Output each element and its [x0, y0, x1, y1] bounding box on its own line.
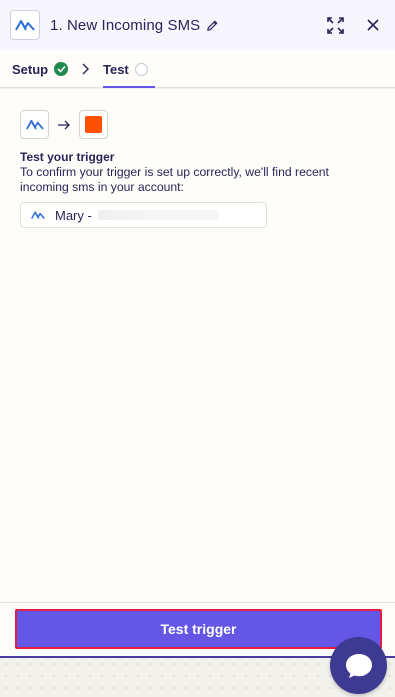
trigger-flow — [20, 110, 108, 139]
check-circle-icon — [54, 62, 69, 76]
sample-record[interactable]: Mary - — [20, 202, 267, 228]
pencil-icon[interactable] — [206, 19, 219, 32]
close-icon — [367, 19, 379, 31]
destination-app-box — [79, 110, 108, 139]
tab-test-label: Test — [103, 61, 129, 77]
app-logo-icon — [31, 211, 45, 220]
app-logo-icon — [25, 120, 44, 130]
chat-button[interactable] — [330, 637, 387, 694]
test-title: Test your trigger — [20, 150, 115, 164]
test-description: To confirm your trigger is set up correc… — [20, 165, 329, 194]
tab-setup-label: Setup — [12, 61, 49, 77]
zapier-icon — [85, 116, 102, 133]
tab-setup[interactable]: Setup — [12, 50, 69, 88]
record-label: Mary - — [55, 207, 92, 223]
close-button[interactable] — [363, 15, 383, 35]
active-tab-indicator — [103, 86, 155, 88]
test-trigger-button[interactable]: Test trigger — [15, 609, 382, 649]
expand-button[interactable] — [325, 15, 345, 35]
expand-icon — [326, 16, 344, 34]
arrow-right-icon — [58, 120, 70, 129]
step-tabs: Setup Test — [0, 50, 395, 88]
step-title: 1. New Incoming SMS — [50, 16, 201, 34]
incomplete-circle-icon — [134, 62, 148, 76]
source-app-box — [20, 110, 49, 139]
chevron-right-icon — [82, 63, 89, 75]
step-header: 1. New Incoming SMS — [0, 0, 395, 50]
test-panel: Test your trigger To confirm your trigge… — [0, 89, 395, 602]
app-logo — [10, 10, 40, 40]
redacted-text — [97, 210, 218, 220]
chat-bubble-icon — [345, 653, 372, 678]
tab-test[interactable]: Test — [103, 50, 155, 88]
app-logo-icon — [15, 20, 35, 31]
